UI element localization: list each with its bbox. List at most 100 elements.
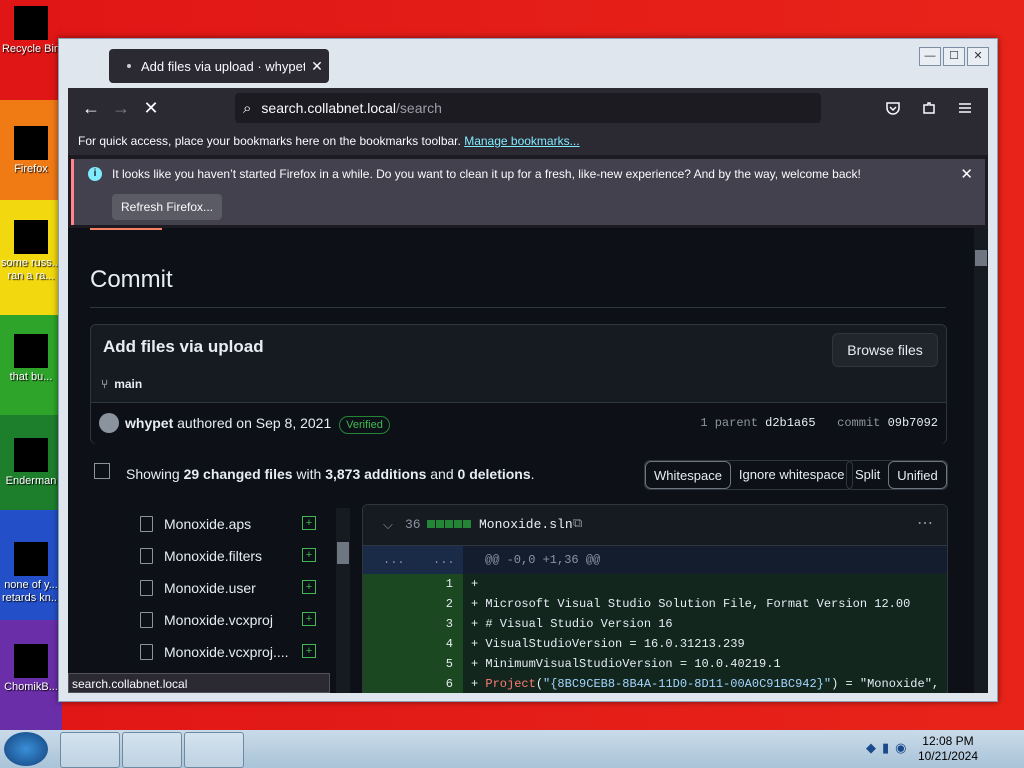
code-prefix: + xyxy=(471,677,486,691)
list-item[interactable]: Monoxide.filters + xyxy=(140,540,330,572)
expand-dots-left: ... xyxy=(383,553,405,567)
commit-box: Add files via upload Browse files ⑂ main … xyxy=(90,324,947,444)
branch-label[interactable]: ⑂ main xyxy=(101,377,142,391)
pocket-icon[interactable] xyxy=(878,93,908,123)
line-code: + Microsoft Visual Studio Solution File,… xyxy=(471,597,911,611)
tab-title: Add files via upload · whypet/M xyxy=(141,58,305,74)
diff-filename[interactable]: Monoxide.sln xyxy=(479,517,573,532)
ignore-whitespace-button[interactable]: Ignore whitespace xyxy=(731,461,853,489)
added-file-icon: + xyxy=(302,612,316,626)
browse-files-button[interactable]: Browse files xyxy=(832,333,938,367)
minimize-button[interactable]: — xyxy=(919,47,941,66)
desktop-icon-6[interactable]: none of y... retards kn... xyxy=(0,542,62,605)
whitespace-button[interactable]: Whitespace xyxy=(645,461,731,489)
summary-period: . xyxy=(530,466,535,482)
authored-date: authored on Sep 8, 2021 xyxy=(177,415,332,431)
code-string: "{8BC9CEB8-8B4A-11D0-8D11-00A0C91BC942}" xyxy=(543,677,832,691)
line-number[interactable]: 3 xyxy=(446,617,453,631)
start-button[interactable] xyxy=(4,732,48,766)
page-title: Commit xyxy=(90,266,173,293)
diff-line: 3 + # Visual Studio Version 16 xyxy=(363,614,947,634)
desktop-icon-enderman[interactable]: Enderman xyxy=(0,438,62,488)
line-number[interactable]: 1 xyxy=(446,577,453,591)
line-code: + Project("{8BC9CEB8-8B4A-11D0-8D11-00A0… xyxy=(471,677,939,691)
code-keyword: Project xyxy=(485,677,536,691)
clock[interactable]: 12:08 PM 10/21/2024 xyxy=(918,734,978,764)
stop-button[interactable]: ✕ xyxy=(136,93,166,123)
clock-time: 12:08 PM xyxy=(922,734,974,748)
url-bar[interactable]: ⌕ search.collabnet.local/search xyxy=(235,93,821,123)
diffstat-bars xyxy=(427,520,471,528)
author-name[interactable]: whypet xyxy=(125,415,173,431)
line-number[interactable]: 4 xyxy=(446,637,453,651)
maximize-button[interactable]: ☐ xyxy=(943,47,965,66)
commit-meta: 1 parent d2b1a65 commit 09b7092 xyxy=(700,416,938,430)
volume-icon[interactable]: ◉ xyxy=(895,740,906,756)
whitespace-toggle: Whitespace Ignore whitespace xyxy=(644,460,854,490)
defender-icon[interactable]: ◆ xyxy=(866,740,876,756)
back-button[interactable]: ← xyxy=(76,93,106,123)
extensions-icon[interactable] xyxy=(914,93,944,123)
github-commit-page: Commit Add files via upload Browse files… xyxy=(68,228,988,693)
file-icon xyxy=(140,580,153,596)
page-scrollbar[interactable] xyxy=(974,228,988,693)
avatar[interactable] xyxy=(99,413,119,433)
line-number[interactable]: 6 xyxy=(446,677,453,691)
list-item[interactable]: Monoxide.user + xyxy=(140,572,330,604)
split-button[interactable]: Split xyxy=(847,461,888,489)
desktop-icon-4[interactable]: that bu... xyxy=(0,334,62,384)
list-item[interactable]: Monoxide.vcxproj + xyxy=(140,604,330,636)
desktop-icon-7[interactable]: ChomikB... xyxy=(0,644,62,694)
desktop-icon-3[interactable]: some russ... ran a ra... xyxy=(0,220,62,283)
file-icon xyxy=(140,644,153,660)
summary-and: and xyxy=(430,466,454,482)
close-notification-icon[interactable]: ✕ xyxy=(960,165,973,183)
diff-line: 5 + MinimumVisualStudioVersion = 10.0.402… xyxy=(363,654,947,674)
taskbar-app-firefox[interactable] xyxy=(184,732,244,768)
summary-text: Showing 29 changed files with 3,873 addi… xyxy=(126,466,535,482)
scrollbar-thumb[interactable] xyxy=(337,542,349,564)
author-row: whypet authored on Sep 8, 2021 Verified … xyxy=(91,402,946,444)
tab-active[interactable]: Add files via upload · whypet/M ✕ xyxy=(109,49,329,83)
tab-close-icon[interactable]: ✕ xyxy=(305,58,329,75)
chevron-down-icon[interactable]: ⌵ xyxy=(383,517,393,533)
expand-dots-right: ... xyxy=(433,553,455,567)
line-code: + xyxy=(471,577,479,591)
desktop-icon-recycle-bin[interactable]: Recycle Bin xyxy=(0,6,62,56)
forward-button[interactable]: → xyxy=(106,93,136,123)
menu-icon[interactable] xyxy=(950,93,980,123)
close-window-button[interactable]: ✕ xyxy=(967,47,989,66)
diff-summary: Showing 29 changed files with 3,873 addi… xyxy=(90,460,948,490)
taskbar: ◆ ▮ ◉ 12:08 PM 10/21/2024 xyxy=(0,730,1024,768)
line-code: + VisualStudioVersion = 16.0.31213.239 xyxy=(471,637,745,651)
network-icon[interactable]: ▮ xyxy=(882,740,889,756)
line-code: + MinimumVisualStudioVersion = 10.0.4021… xyxy=(471,657,781,671)
deletions-count: 0 deletions xyxy=(457,466,531,482)
line-number[interactable]: 2 xyxy=(446,597,453,611)
parent-hash[interactable]: d2b1a65 xyxy=(765,416,815,430)
more-options-icon[interactable]: ⋯ xyxy=(917,513,933,533)
diff-file-header: ⌵ 36 Monoxide.sln ⧉ ⋯ xyxy=(363,505,947,546)
summary-showing: Showing xyxy=(126,466,180,482)
scrollbar-thumb[interactable] xyxy=(975,250,987,266)
taskbar-app-media[interactable] xyxy=(122,732,182,768)
taskbar-app-1[interactable] xyxy=(60,732,120,768)
line-number[interactable]: 5 xyxy=(446,657,453,671)
summary-with: with xyxy=(296,466,322,482)
copy-icon[interactable]: ⧉ xyxy=(573,515,582,531)
commit-label: commit xyxy=(837,416,881,430)
list-item[interactable]: Monoxide.vcxproj.... + xyxy=(140,636,330,668)
file-icon xyxy=(14,220,48,254)
file-icon xyxy=(140,548,153,564)
refresh-firefox-button[interactable]: Refresh Firefox... xyxy=(112,194,222,220)
file-tree-toggle-icon[interactable] xyxy=(94,463,110,479)
list-item[interactable]: Monoxide.aps + xyxy=(140,508,330,540)
manage-bookmarks-link[interactable]: Manage bookmarks... xyxy=(464,134,579,148)
desktop-icon-firefox[interactable]: Firefox xyxy=(0,126,62,176)
file-tree-scrollbar[interactable] xyxy=(336,508,350,693)
unified-button[interactable]: Unified xyxy=(888,461,947,489)
bookmarks-toolbar: For quick access, place your bookmarks h… xyxy=(68,128,988,155)
expand-gutter[interactable]: ... ... xyxy=(363,546,463,574)
file-name: Monoxide.filters xyxy=(164,548,263,564)
verified-badge[interactable]: Verified xyxy=(339,416,390,434)
